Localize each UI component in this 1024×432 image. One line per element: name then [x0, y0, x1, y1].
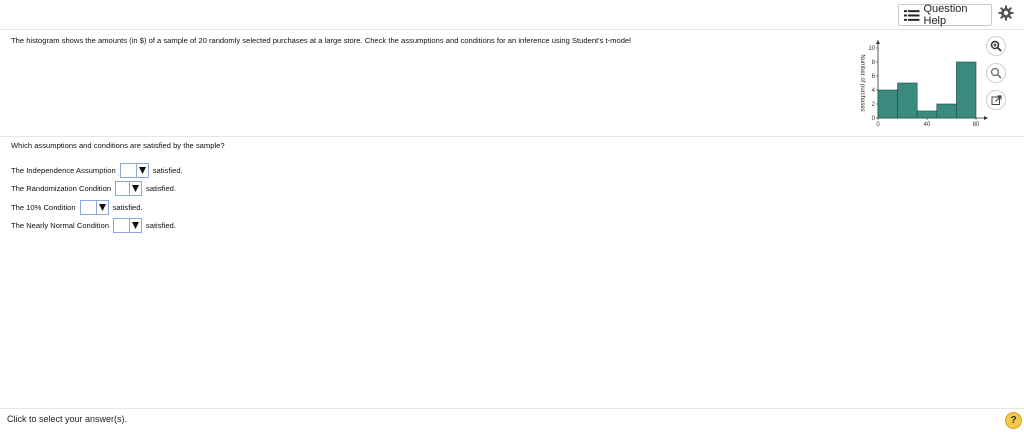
ten-percent-dropdown[interactable]: [79, 200, 109, 215]
dropdown-arrow-icon: [129, 182, 141, 195]
condition-row-ten-percent: The 10% Condition satisfied.: [11, 200, 143, 215]
independence-dropdown[interactable]: [119, 163, 149, 178]
histogram-bar: [916, 110, 938, 119]
popout-icon: [991, 94, 1002, 105]
histogram[interactable]: Number of purchases 0 2 4 6 8 10 0 40 80: [852, 40, 992, 132]
condition-label: The Independence Assumption: [11, 166, 116, 175]
x-tick-label: 40: [924, 122, 931, 128]
question-help-label: Question Help: [923, 3, 968, 27]
zoom-out-button[interactable]: [986, 63, 1006, 83]
question-text: The histogram shows the amounts (in $) o…: [11, 36, 631, 45]
condition-row-randomization: The Randomization Condition satisfied.: [11, 181, 176, 196]
histogram-bar: [877, 89, 898, 119]
condition-suffix: satisfied.: [145, 221, 176, 230]
zoom-out-icon: [990, 67, 1002, 79]
y-tick-label: 6: [872, 74, 876, 80]
header-divider: [0, 29, 1024, 30]
randomization-dropdown[interactable]: [115, 181, 143, 196]
condition-suffix: satisfied.: [112, 203, 143, 212]
popout-button[interactable]: [986, 90, 1006, 110]
y-tick-label: 2: [872, 102, 876, 108]
top-bar: Question Help: [0, 0, 1024, 30]
histogram-bar: [956, 61, 977, 119]
gear-icon[interactable]: [998, 5, 1014, 21]
condition-suffix: satisfied.: [146, 184, 177, 193]
list-icon: [904, 9, 920, 21]
condition-row-nearly-normal: The Nearly Normal Condition satisfied.: [11, 218, 176, 233]
dropdown-arrow-icon: [128, 219, 141, 232]
histogram-bar: [897, 82, 918, 119]
footer-divider: [0, 408, 1024, 409]
y-tick-label: 8: [872, 60, 876, 66]
condition-label: The Nearly Normal Condition: [11, 221, 109, 230]
question-help-button[interactable]: Question Help: [898, 3, 992, 27]
side-tools: [986, 36, 1008, 117]
zoom-in-button[interactable]: [986, 36, 1006, 56]
nearly-normal-dropdown[interactable]: [112, 218, 142, 233]
y-tick-label: 4: [872, 88, 876, 94]
condition-label: The Randomization Condition: [11, 184, 112, 193]
footer-instruction: Click to select your answer(s).: [7, 414, 128, 424]
dropdown-arrow-icon: [95, 201, 108, 214]
x-tick-label: 80: [973, 122, 980, 128]
content-divider: [0, 136, 1024, 137]
help-button[interactable]: ?: [1005, 412, 1022, 429]
y-tick-label: 0: [872, 116, 876, 122]
condition-suffix: satisfied.: [152, 166, 183, 175]
condition-row-independence: The Independence Assumption satisfied.: [11, 163, 183, 178]
dropdown-arrow-icon: [135, 164, 148, 177]
y-axis-label: Number of purchases: [859, 54, 865, 111]
condition-label: The 10% Condition: [11, 203, 76, 212]
prompt-text: Which assumptions and conditions are sat…: [11, 141, 225, 150]
x-tick-label: 0: [876, 122, 880, 128]
y-tick-label: 10: [868, 46, 875, 52]
zoom-in-icon: [990, 40, 1002, 52]
histogram-bar: [936, 103, 957, 119]
y-axis-arrow: [876, 40, 880, 44]
